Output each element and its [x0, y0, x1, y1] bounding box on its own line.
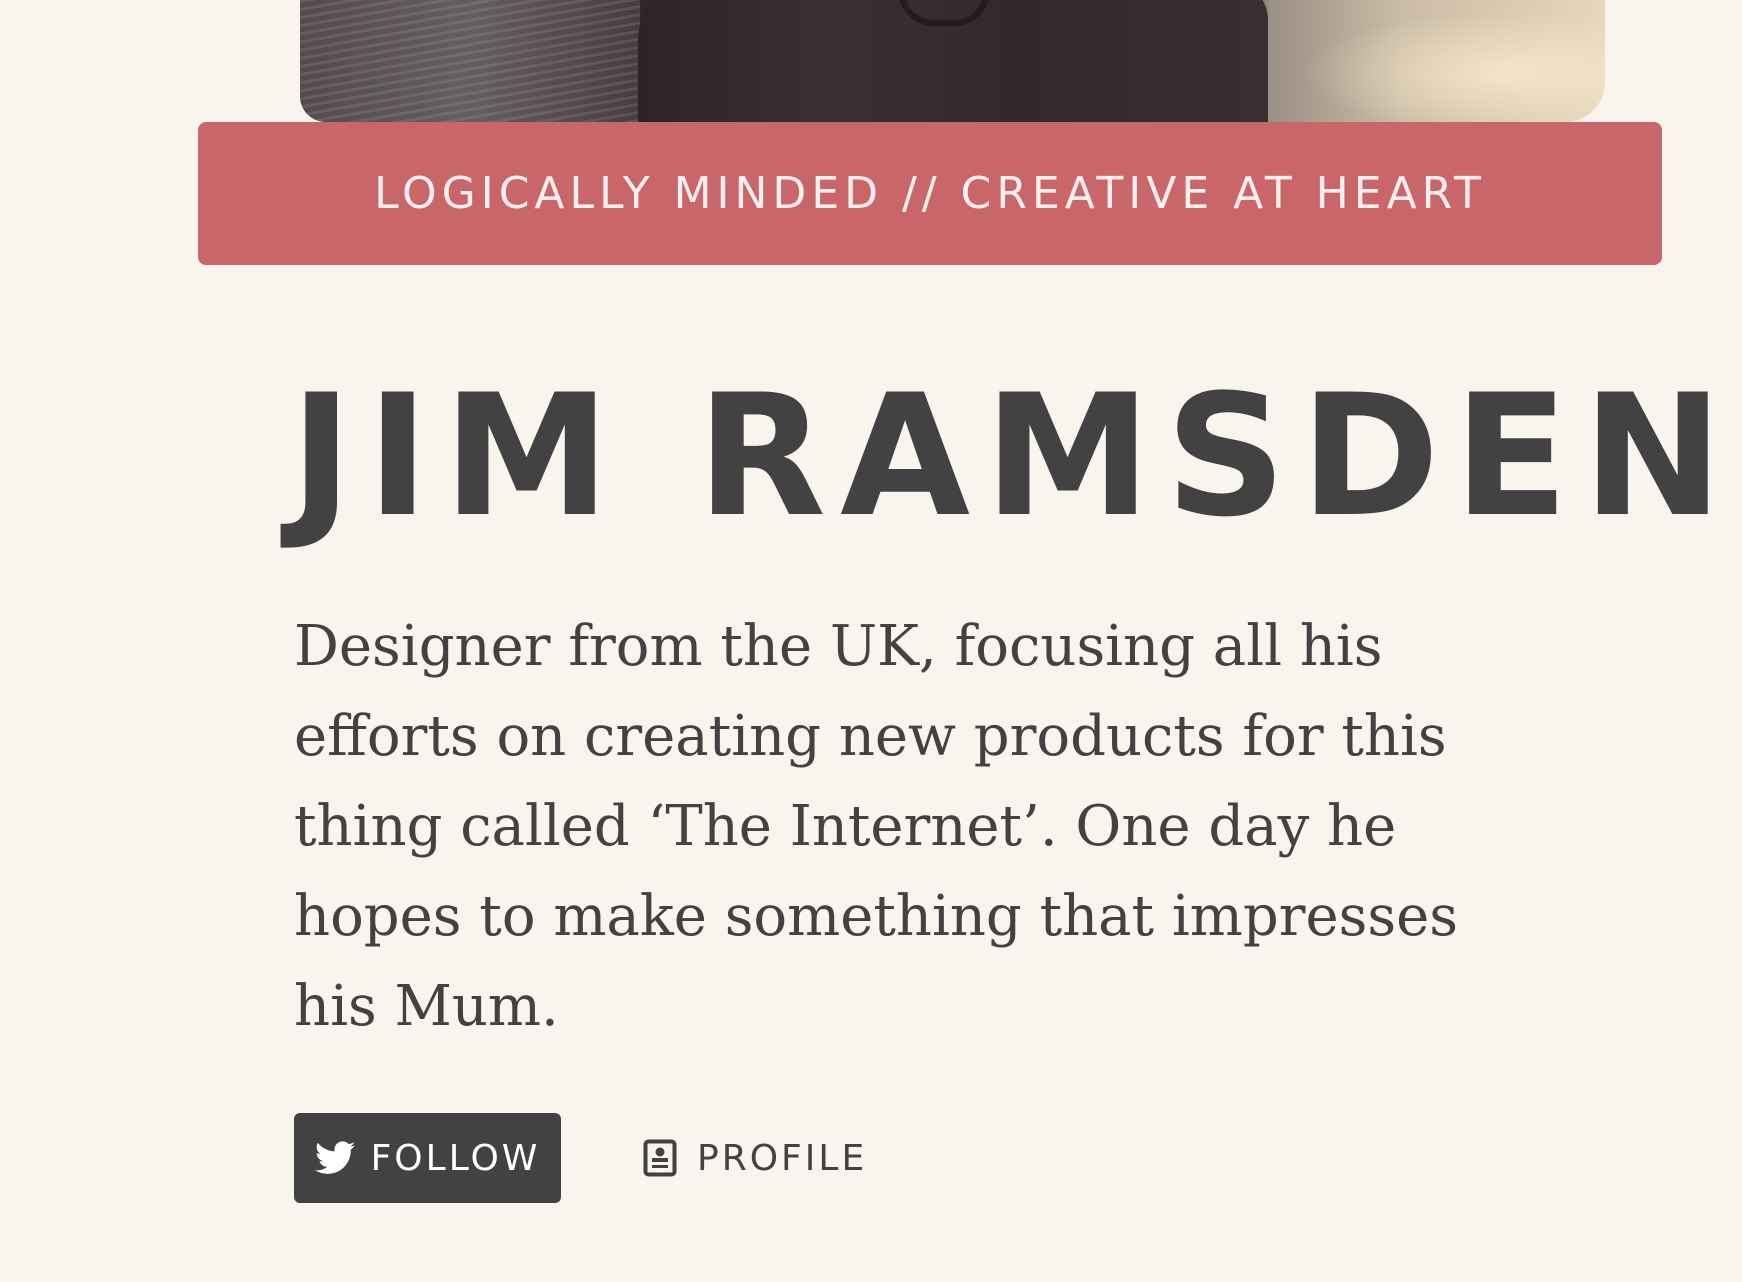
follow-button[interactable]: FOLLOW: [294, 1113, 561, 1203]
action-buttons: FOLLOW PROFILE: [294, 1113, 867, 1203]
profile-link[interactable]: PROFILE: [643, 1138, 867, 1179]
profile-name-heading: JIM RAMSDEN: [290, 358, 1738, 554]
hero-photo-person: [638, 0, 1268, 122]
twitter-bird-icon: [314, 1141, 355, 1175]
hero-photo: [300, 0, 1605, 122]
tagline-banner: LOGICALLY MINDED // CREATIVE AT HEART: [198, 122, 1662, 265]
hero-photo-sea-right: [1268, 0, 1605, 122]
page: LOGICALLY MINDED // CREATIVE AT HEART JI…: [0, 0, 1742, 1282]
bio-paragraph: Designer from the UK, focusing all his e…: [294, 614, 1458, 1039]
profile-link-label: PROFILE: [697, 1137, 868, 1179]
follow-button-label: FOLLOW: [370, 1137, 541, 1179]
tagline-text: LOGICALLY MINDED // CREATIVE AT HEART: [374, 168, 1486, 219]
hero-photo-sea-left: [300, 0, 640, 122]
profile-card-icon: [643, 1139, 677, 1177]
